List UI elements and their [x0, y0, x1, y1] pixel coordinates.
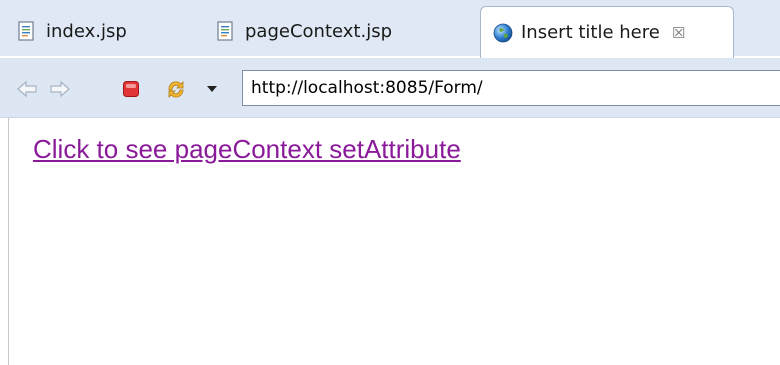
url-input[interactable]: http://localhost:8085/Form/ [242, 70, 780, 106]
globe-icon [493, 23, 513, 43]
tab-insert-title-here[interactable]: Insert title here ☒ [480, 6, 734, 58]
close-icon[interactable]: ☒ [672, 24, 685, 42]
page-content: Click to see pageContext setAttribute [8, 118, 780, 365]
tab-label: pageContext.jsp [245, 20, 392, 42]
browser-toolbar: http://localhost:8085/Form/ [0, 58, 780, 118]
refresh-icon[interactable] [165, 78, 187, 100]
tab-label: Insert title here [521, 22, 660, 43]
tab-index-jsp[interactable]: index.jsp [18, 6, 188, 56]
chevron-down-icon[interactable] [205, 78, 219, 100]
editor-tab-strip: index.jsp pageContext.jsp Insert title h… [0, 0, 780, 58]
forward-arrow-icon[interactable] [49, 78, 71, 100]
tab-label: index.jsp [46, 20, 127, 42]
back-arrow-icon[interactable] [16, 78, 38, 100]
jsp-file-icon [217, 21, 235, 41]
browser-window: index.jsp pageContext.jsp Insert title h… [0, 0, 780, 365]
jsp-file-icon [18, 21, 36, 41]
pagecontext-setattribute-link[interactable]: Click to see pageContext setAttribute [33, 134, 461, 165]
stop-icon[interactable] [120, 78, 142, 100]
tab-pagecontext-jsp[interactable]: pageContext.jsp [217, 6, 457, 56]
